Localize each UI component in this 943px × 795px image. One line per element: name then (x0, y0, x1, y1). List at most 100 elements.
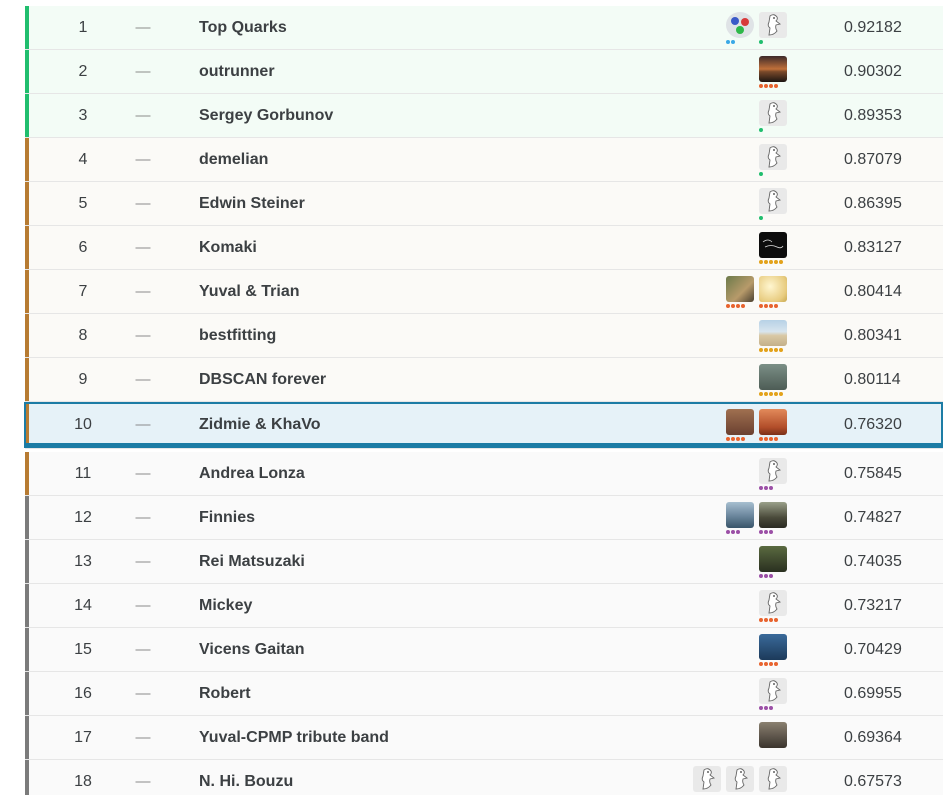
member-avatar[interactable] (726, 12, 754, 44)
table-row[interactable]: 15 — Vicens Gaitan 0.70429 (25, 628, 943, 672)
table-row[interactable]: 4 — demelian 0.87079 (25, 138, 943, 182)
member-avatar[interactable] (759, 144, 787, 176)
member-avatar[interactable] (759, 409, 787, 441)
table-row[interactable]: 18 — N. Hi. Bouzu 0.67573 (25, 760, 943, 795)
team-score: 0.74827 (844, 509, 902, 526)
team-name[interactable]: Komaki (199, 226, 257, 270)
table-row[interactable]: 10 — Zidmie & KhaVo 0.76320 (25, 403, 943, 449)
team-name[interactable]: DBSCAN forever (199, 358, 326, 402)
tier-dot (774, 662, 778, 666)
member-avatar[interactable] (759, 56, 787, 88)
rank-band (25, 358, 29, 401)
member-avatar[interactable] (759, 458, 787, 490)
table-row[interactable]: 14 — Mickey 0.73217 (25, 584, 943, 628)
team-name[interactable]: Yuval-CPMP tribute band (199, 716, 389, 760)
rank-number: 5 (78, 195, 88, 212)
tier-dot (759, 84, 763, 88)
rank-band (25, 628, 29, 671)
table-row[interactable]: 17 — Yuval-CPMP tribute band 0.69364 (25, 716, 943, 760)
member-avatar[interactable] (726, 276, 754, 308)
table-row[interactable]: 3 — Sergey Gorbunov 0.89353 (25, 94, 943, 138)
team-score: 0.70429 (844, 641, 902, 658)
team-name[interactable]: Mickey (199, 584, 252, 628)
tier-dot (759, 618, 763, 622)
tier-dot (759, 348, 763, 352)
member-avatar[interactable] (759, 188, 787, 220)
rank-number: 4 (78, 151, 88, 168)
rank-band (25, 94, 29, 137)
tier-dot (741, 437, 745, 441)
team-name[interactable]: Finnies (199, 496, 255, 540)
member-avatar[interactable] (759, 276, 787, 308)
table-row[interactable]: 6 — Komaki 0.83127 (25, 226, 943, 270)
member-avatar[interactable] (759, 766, 787, 795)
team-name[interactable]: Top Quarks (199, 6, 287, 50)
member-avatar[interactable] (759, 232, 787, 264)
goose-avatar-icon (759, 12, 787, 38)
person-photo-icon (759, 546, 787, 572)
member-avatar[interactable] (726, 766, 754, 795)
member-avatar[interactable] (759, 590, 787, 622)
team-name[interactable]: Sergey Gorbunov (199, 94, 333, 138)
rank-number: 6 (78, 239, 88, 256)
rank-band (25, 540, 29, 583)
table-row[interactable]: 12 — Finnies 0.74827 (25, 496, 943, 540)
team-name[interactable]: Vicens Gaitan (199, 628, 305, 672)
team-score: 0.69364 (844, 729, 902, 746)
table-row[interactable]: 1 — Top Quarks 0.92182 (25, 6, 943, 50)
rank-band (25, 50, 29, 93)
member-avatar[interactable] (693, 766, 721, 795)
rank-band (25, 452, 29, 495)
team-name[interactable]: Edwin Steiner (199, 182, 305, 226)
table-row[interactable]: 5 — Edwin Steiner 0.86395 (25, 182, 943, 226)
member-avatar[interactable] (759, 722, 787, 754)
table-row[interactable]: 9 — DBSCAN forever 0.80114 (25, 358, 943, 402)
member-avatar[interactable] (759, 634, 787, 666)
team-name[interactable]: bestfitting (199, 314, 276, 358)
rank-band (25, 672, 29, 715)
tier-dot (736, 437, 740, 441)
team-name[interactable]: Andrea Lonza (199, 452, 305, 496)
team-name[interactable]: demelian (199, 138, 268, 182)
table-row[interactable]: 2 — outrunner 0.90302 (25, 50, 943, 94)
goose-avatar-icon (759, 766, 787, 792)
table-row[interactable]: 8 — bestfitting 0.80341 (25, 314, 943, 358)
member-avatar[interactable] (726, 409, 754, 441)
member-avatar[interactable] (759, 100, 787, 132)
member-avatar[interactable] (759, 502, 787, 534)
rank-number: 9 (78, 371, 88, 388)
rank-number: 11 (74, 465, 92, 482)
team-name[interactable]: N. Hi. Bouzu (199, 760, 293, 795)
member-avatar[interactable] (759, 364, 787, 396)
team-name[interactable]: Zidmie & KhaVo (199, 403, 321, 447)
member-avatar[interactable] (759, 12, 787, 44)
team-score: 0.73217 (844, 597, 902, 614)
tier-dot (726, 530, 730, 534)
rank-change: — (135, 597, 151, 614)
rank-change: — (135, 641, 151, 658)
table-row[interactable]: 16 — Robert 0.69955 (25, 672, 943, 716)
member-avatar[interactable] (759, 678, 787, 710)
team-name[interactable]: Yuval & Trian (199, 270, 299, 314)
team-name[interactable]: outrunner (199, 50, 275, 94)
table-row[interactable]: 7 — Yuval & Trian 0.80414 (25, 270, 943, 314)
member-avatar[interactable] (726, 502, 754, 534)
rank-band (25, 403, 29, 448)
team-name[interactable]: Rei Matsuzaki (199, 540, 305, 584)
tier-dots (759, 304, 778, 308)
member-avatar[interactable] (759, 320, 787, 352)
table-row[interactable]: 11 — Andrea Lonza 0.75845 (25, 452, 943, 496)
rank-change: — (135, 195, 151, 212)
team-name[interactable]: Robert (199, 672, 251, 716)
rank-change: — (135, 283, 151, 300)
tier-dot (726, 304, 730, 308)
rank-band (25, 716, 29, 759)
tier-dots (759, 662, 778, 666)
tier-dot (759, 574, 763, 578)
table-row[interactable]: 13 — Rei Matsuzaki 0.74035 (25, 540, 943, 584)
tier-dot (764, 260, 768, 264)
rank-number: 10 (74, 416, 92, 433)
tier-dot (769, 706, 773, 710)
member-avatar[interactable] (759, 546, 787, 578)
team-score: 0.92182 (844, 19, 902, 36)
